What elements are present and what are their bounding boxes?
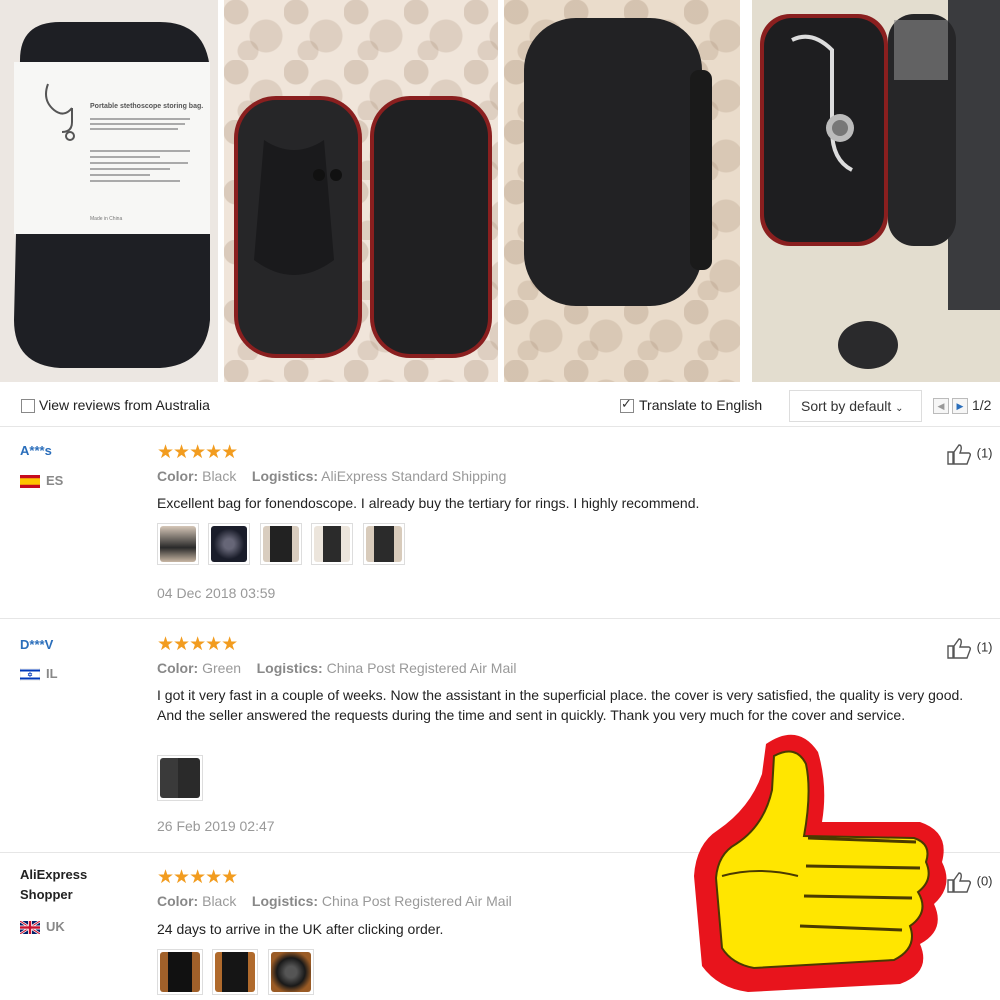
page-indicator: 1/2 <box>972 397 992 413</box>
thumbs-up-icon <box>947 872 972 893</box>
translate-checkbox[interactable] <box>620 396 634 413</box>
review-thumbnail[interactable] <box>212 949 259 995</box>
rating-stars: ★★★★★ <box>157 867 238 888</box>
review-thumbnails <box>157 523 410 565</box>
israel-flag-icon <box>20 668 40 682</box>
helpful-count: (0) <box>976 873 993 889</box>
reviewer-country: UK <box>20 919 65 935</box>
review-thumbnail[interactable] <box>157 523 199 565</box>
helpful-button[interactable]: (0) <box>947 871 993 893</box>
sort-label: Sort by default <box>801 398 892 414</box>
thumbs-up-icon <box>947 444 972 465</box>
review-thumbnail[interactable] <box>267 949 314 995</box>
review-thumbnails <box>157 949 319 995</box>
prev-page-icon[interactable]: ◀ <box>933 398 949 414</box>
thumbs-up-sticker-icon <box>694 734 947 992</box>
helpful-button[interactable]: (1) <box>947 443 993 465</box>
helpful-count: (1) <box>976 445 993 461</box>
reviewer-country: IL <box>20 666 58 682</box>
package-title: Portable stethoscope storing bag. <box>90 103 203 110</box>
review-thumbnail[interactable] <box>259 523 302 565</box>
package-made-in: Made in China <box>90 216 122 222</box>
review-meta: Color: Black Logistics: AliExpress Stand… <box>157 468 507 484</box>
product-photos: Portable stethoscope storing bag. Made i… <box>0 0 1000 382</box>
thumbs-up-icon <box>947 638 972 659</box>
rating-stars: ★★★★★ <box>157 442 238 463</box>
reviewer-name: D***V <box>20 637 54 652</box>
review-thumbnails <box>157 755 208 801</box>
review-thumbnail[interactable] <box>208 523 251 565</box>
sort-dropdown[interactable]: Sort by default ⌄ <box>789 390 922 422</box>
review-thumbnail[interactable] <box>157 949 203 995</box>
case-with-stethoscope-photo[interactable] <box>752 0 1000 382</box>
chevron-down-icon: ⌄ <box>895 403 904 414</box>
reviewer-country: ES <box>20 473 63 489</box>
next-page-icon[interactable]: ▶ <box>952 398 968 414</box>
package-photo[interactable]: Portable stethoscope storing bag. Made i… <box>0 0 218 382</box>
review-date: 04 Dec 2018 03:59 <box>157 585 276 601</box>
reviewer-name: A***s <box>20 443 52 458</box>
review-thumbnail[interactable] <box>362 523 405 565</box>
review-text: Excellent bag for fonendoscope. I alread… <box>157 495 700 511</box>
view-reviews-checkbox[interactable] <box>21 399 35 413</box>
review-date: 26 Feb 2019 02:47 <box>157 818 275 834</box>
rating-stars: ★★★★★ <box>157 634 238 655</box>
translate-label[interactable]: Translate to English <box>639 397 762 413</box>
logistics-value: China Post Registered Air Mail <box>321 893 512 909</box>
review-item: A***s ES ★★★★★ Color: Black Logistics: A… <box>0 427 1000 619</box>
logistics-value: AliExpress Standard Shipping <box>321 468 507 484</box>
color-value: Black <box>202 893 237 909</box>
color-value: Green <box>202 660 242 676</box>
helpful-button[interactable]: (1) <box>947 637 993 659</box>
review-filter-bar: View reviews from Australia Translate to… <box>0 386 1000 427</box>
color-value: Black <box>202 468 237 484</box>
view-reviews-label[interactable]: View reviews from Australia <box>39 397 210 413</box>
spain-flag-icon <box>20 475 40 489</box>
review-thumbnail[interactable] <box>157 755 203 801</box>
logistics-value: China Post Registered Air Mail <box>326 660 517 676</box>
helpful-count: (1) <box>976 639 993 655</box>
review-meta: Color: Green Logistics: China Post Regis… <box>157 660 517 676</box>
review-meta: Color: Black Logistics: China Post Regis… <box>157 893 512 909</box>
review-thumbnail[interactable] <box>311 523 354 565</box>
closed-case-photo[interactable] <box>504 0 740 382</box>
uk-flag-icon <box>20 921 40 935</box>
review-text: I got it very fast in a couple of weeks.… <box>157 687 964 723</box>
open-empty-case-photo[interactable] <box>224 0 498 382</box>
reviewer-name: AliExpress Shopper <box>20 867 88 902</box>
